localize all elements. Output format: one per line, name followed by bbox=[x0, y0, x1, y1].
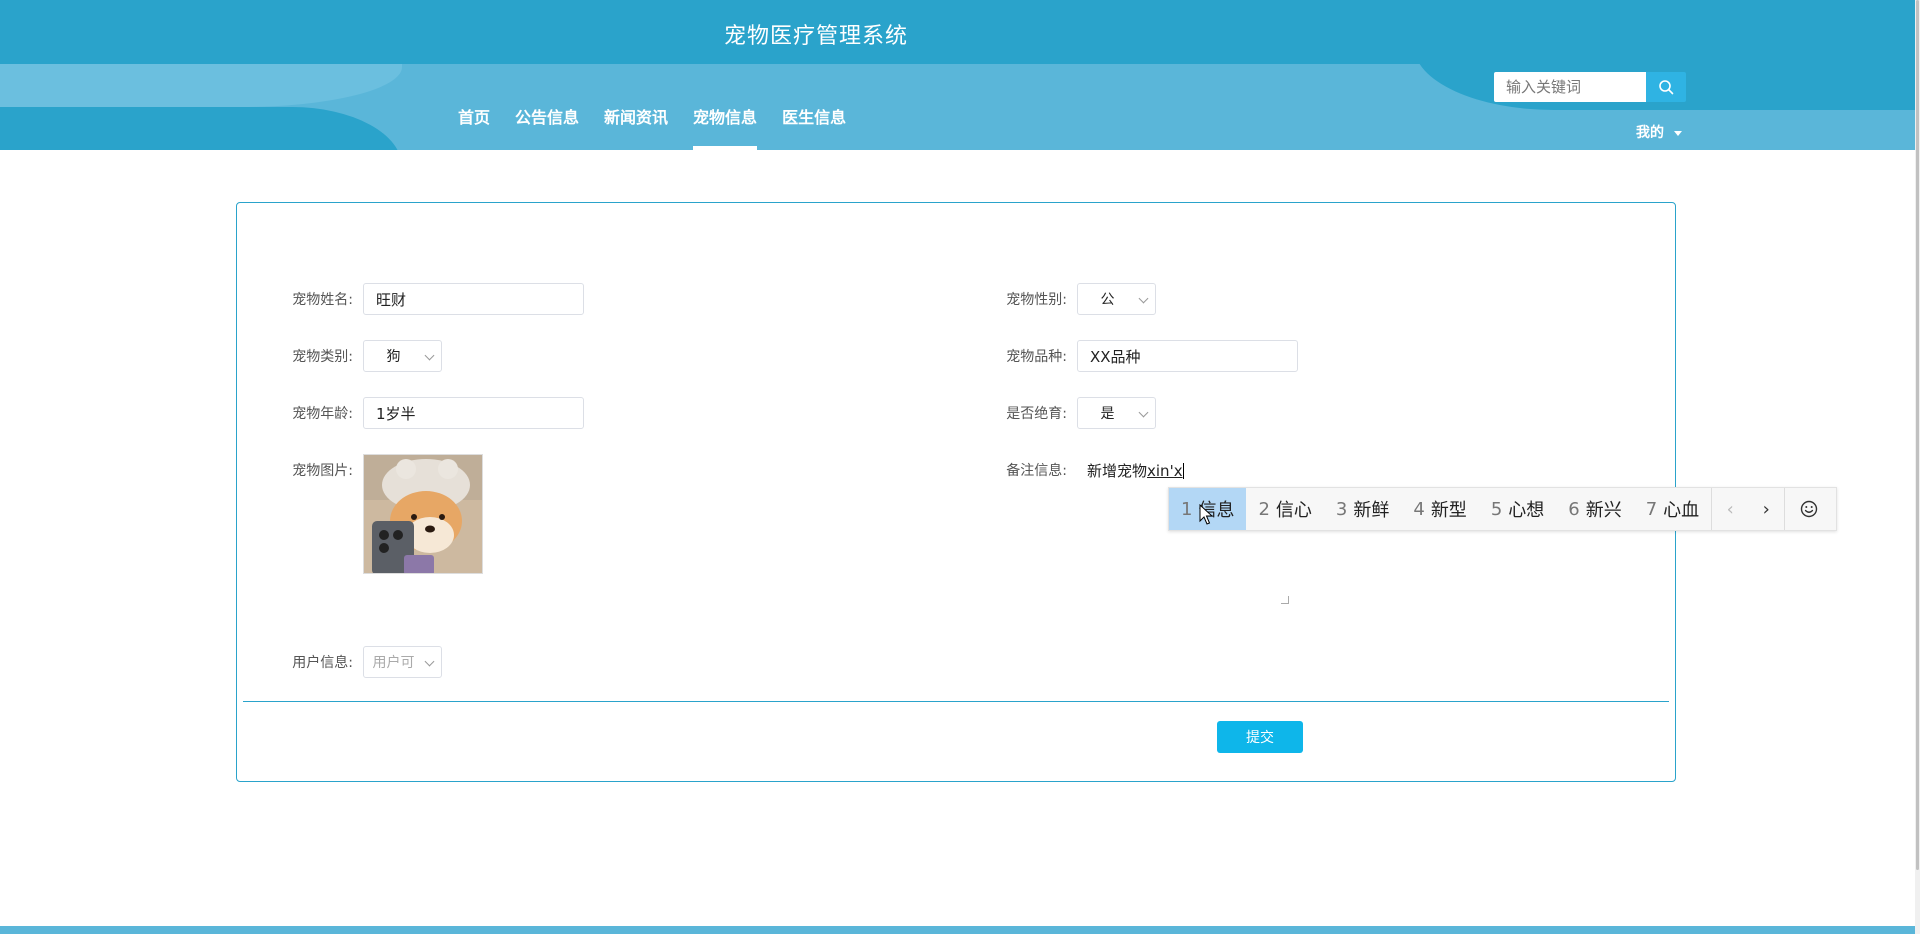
header-nav-bar: 首页 公告信息 新闻资讯 宠物信息 医生信息 我的 bbox=[0, 64, 1915, 150]
ime-candidate-number: 7 bbox=[1645, 498, 1658, 520]
text-caret bbox=[1182, 463, 1184, 479]
search-bar bbox=[1494, 72, 1686, 102]
select-value: 用户可 bbox=[372, 655, 415, 671]
ime-candidate-text: 心想 bbox=[1508, 500, 1545, 521]
footer-bar bbox=[0, 926, 1915, 934]
ime-candidate[interactable]: 7 心血 bbox=[1634, 488, 1711, 530]
field-label: 宠物性别: bbox=[1006, 292, 1067, 308]
field-pet-photo: 宠物图片: bbox=[277, 454, 483, 574]
remarks-committed-text: 新增宠物 bbox=[1087, 462, 1148, 480]
search-icon bbox=[1659, 80, 1674, 95]
search-button[interactable] bbox=[1646, 72, 1686, 102]
ime-candidate-number: 1 bbox=[1181, 498, 1193, 520]
decorative-wave bbox=[0, 107, 402, 150]
ime-candidate-text: 新型 bbox=[1430, 500, 1467, 521]
neutered-select[interactable]: 是 bbox=[1077, 397, 1156, 429]
nav-item-doctors[interactable]: 医生信息 bbox=[782, 98, 846, 150]
ime-candidate[interactable]: 4 新型 bbox=[1401, 488, 1478, 530]
smiley-icon bbox=[1800, 500, 1817, 518]
field-label: 宠物类别: bbox=[292, 349, 353, 365]
ime-candidate-number: 3 bbox=[1335, 498, 1348, 520]
nav-item-news[interactable]: 新闻资讯 bbox=[604, 98, 668, 150]
ime-next-page-icon[interactable]: › bbox=[1748, 488, 1784, 530]
search-input[interactable] bbox=[1494, 72, 1646, 102]
ime-candidate[interactable]: 6 新兴 bbox=[1556, 488, 1633, 530]
ime-prev-page-icon[interactable]: ‹ bbox=[1712, 488, 1748, 530]
field-pet-age: 宠物年龄: 1岁半 bbox=[277, 397, 584, 429]
ime-emoji-button[interactable] bbox=[1784, 488, 1832, 530]
page-scrollbar[interactable] bbox=[1915, 0, 1920, 934]
field-pet-gender: 宠物性别: 公 bbox=[991, 283, 1156, 315]
ime-candidate-text: 信心 bbox=[1275, 500, 1312, 521]
select-value: 狗 bbox=[386, 349, 401, 365]
scrollbar-thumb[interactable] bbox=[1916, 0, 1919, 870]
pet-photo-thumbnail[interactable] bbox=[363, 454, 483, 574]
user-menu[interactable]: 我的 bbox=[1636, 122, 1682, 142]
resize-handle-icon[interactable] bbox=[1281, 596, 1289, 604]
caret-down-icon bbox=[1674, 130, 1682, 136]
pet-name-input[interactable]: 旺财 bbox=[363, 283, 584, 315]
pet-gender-select[interactable]: 公 bbox=[1077, 283, 1156, 315]
ime-candidate-number: 6 bbox=[1568, 498, 1580, 520]
chevron-down-icon bbox=[1138, 407, 1149, 418]
decorative-wave bbox=[0, 64, 402, 107]
field-label: 是否绝育: bbox=[1006, 406, 1067, 422]
ime-candidate[interactable]: 2 信心 bbox=[1246, 488, 1323, 530]
select-value: 公 bbox=[1100, 292, 1115, 308]
pet-type-select[interactable]: 狗 bbox=[363, 340, 442, 372]
field-label: 备注信息: bbox=[1006, 463, 1067, 479]
site-title: 宠物医疗管理系统 bbox=[723, 24, 908, 49]
pet-age-input[interactable]: 1岁半 bbox=[363, 397, 584, 429]
nav-item-home[interactable]: 首页 bbox=[458, 98, 490, 150]
field-label: 宠物年龄: bbox=[292, 406, 353, 422]
remarks-pinyin-composition: xin'x bbox=[1147, 462, 1183, 480]
ime-candidate-text: 心血 bbox=[1663, 500, 1700, 521]
ime-candidate[interactable]: 3 新鲜 bbox=[1324, 488, 1401, 530]
chevron-down-icon bbox=[1138, 293, 1149, 304]
field-label: 宠物品种: bbox=[1006, 349, 1067, 365]
ime-candidate-number: 2 bbox=[1258, 498, 1270, 520]
dog-photo-icon bbox=[364, 455, 482, 573]
field-pet-name: 宠物姓名: 旺财 bbox=[277, 283, 584, 315]
form-divider bbox=[243, 701, 1669, 702]
user-menu-label: 我的 bbox=[1636, 125, 1664, 141]
ime-candidate-bar: 1 信息 2 信心 3 新鲜 4 新型 5 心想 6 新兴 7 心血 ‹ › bbox=[1168, 487, 1837, 531]
field-pet-type: 宠物类别: 狗 bbox=[277, 340, 442, 372]
submit-button[interactable]: 提交 bbox=[1217, 721, 1303, 753]
ime-candidate-number: 5 bbox=[1490, 498, 1503, 520]
ime-candidate-text: 新兴 bbox=[1585, 500, 1622, 521]
chevron-down-icon bbox=[424, 656, 435, 667]
nav-item-notices[interactable]: 公告信息 bbox=[515, 98, 579, 150]
field-label: 宠物姓名: bbox=[292, 292, 353, 308]
field-label: 宠物图片: bbox=[292, 463, 353, 479]
pet-breed-input[interactable]: XX品种 bbox=[1077, 340, 1298, 372]
ime-candidate-text: 新鲜 bbox=[1353, 500, 1390, 521]
field-pet-breed: 宠物品种: XX品种 bbox=[991, 340, 1298, 372]
mouse-cursor-icon bbox=[1199, 504, 1213, 525]
field-label: 用户信息: bbox=[292, 655, 353, 671]
user-info-select[interactable]: 用户可 bbox=[363, 646, 442, 678]
chevron-down-icon bbox=[424, 350, 435, 361]
main-nav: 首页 公告信息 新闻资讯 宠物信息 医生信息 bbox=[458, 98, 871, 150]
ime-candidate[interactable]: 5 心想 bbox=[1479, 488, 1556, 530]
ime-candidate-number: 4 bbox=[1413, 498, 1425, 520]
field-neutered: 是否绝育: 是 bbox=[991, 397, 1156, 429]
field-user-info: 用户信息: 用户可 bbox=[277, 646, 442, 678]
header-top: 宠物医疗管理系统 bbox=[0, 0, 1915, 64]
nav-item-pets[interactable]: 宠物信息 bbox=[693, 98, 758, 150]
select-value: 是 bbox=[1100, 406, 1115, 422]
